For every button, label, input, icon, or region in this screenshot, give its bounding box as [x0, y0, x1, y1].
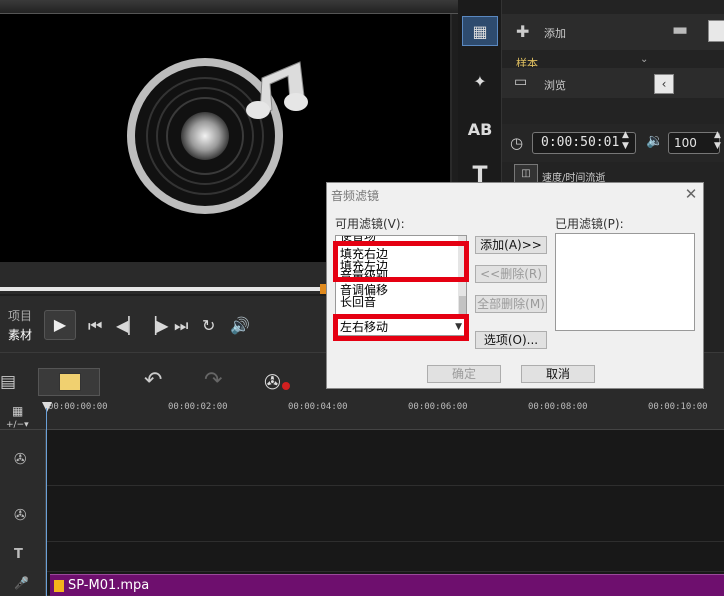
- highlight-box: [333, 314, 469, 341]
- ruler-tick: 00:00:02:00: [168, 402, 228, 412]
- record-dot-icon: [282, 382, 290, 390]
- ruler-tick: 00:00:04:00: [288, 402, 348, 412]
- applied-filters-label: 已用滤镜(P):: [555, 215, 624, 232]
- film-icon[interactable]: ▤: [0, 372, 16, 392]
- volume-stepper[interactable]: ▲▼: [714, 130, 721, 152]
- audio-clip[interactable]: SP-M01.mpa: [50, 574, 724, 596]
- title-track[interactable]: [46, 542, 724, 572]
- add-label[interactable]: 添加: [544, 25, 566, 41]
- timeline-view-button[interactable]: [38, 368, 100, 396]
- options-button[interactable]: 选项(O)...: [475, 331, 547, 349]
- browse-label[interactable]: 浏览: [544, 77, 566, 93]
- project-mode-label[interactable]: 项目: [8, 307, 32, 324]
- highlight-box: [333, 241, 469, 282]
- speed-icon[interactable]: ◫: [514, 164, 538, 184]
- sample-tab[interactable]: 样本: [516, 57, 538, 67]
- record-capture-icon[interactable]: ✇: [264, 370, 281, 394]
- remove-all-button[interactable]: 全部删除(M): [475, 295, 547, 313]
- preview-top-bar: [0, 0, 458, 14]
- prev-frame-icon[interactable]: ◀▏: [116, 316, 141, 336]
- volume-icon: 🔉: [646, 133, 663, 149]
- close-icon[interactable]: ✕: [681, 185, 701, 205]
- instant-project-icon[interactable]: ✦: [462, 66, 498, 96]
- next-frame-icon[interactable]: ▕▶: [144, 316, 169, 336]
- browse-icon[interactable]: ▭: [514, 74, 527, 90]
- video-track[interactable]: [46, 430, 724, 486]
- timeline-view-icon: [59, 373, 81, 391]
- timeline-ruler[interactable]: [0, 400, 724, 430]
- undo-icon[interactable]: ↶: [144, 368, 162, 393]
- timecode-stepper[interactable]: ▲▼: [622, 130, 629, 152]
- ok-button[interactable]: 确定: [427, 365, 501, 383]
- scrub-progress: [0, 287, 322, 291]
- add-filter-button[interactable]: 添加(A)>>: [475, 236, 547, 254]
- collapse-button[interactable]: ‹: [654, 74, 674, 94]
- clip-mode-label[interactable]: 素材: [8, 326, 32, 343]
- remove-filter-button[interactable]: <<删除(R): [475, 265, 547, 283]
- browse-row: [502, 68, 724, 98]
- ruler-tick: 00:00:08:00: [528, 402, 588, 412]
- repeat-icon[interactable]: ↻: [202, 316, 215, 336]
- volume-input[interactable]: 100: [668, 132, 720, 154]
- plus-icon[interactable]: ✚: [516, 22, 529, 41]
- title-track-icon[interactable]: T: [14, 547, 23, 562]
- chevron-down-icon[interactable]: ⌄: [640, 54, 648, 65]
- go-end-icon[interactable]: ⏭: [174, 316, 188, 336]
- play-icon: ▶: [54, 315, 66, 334]
- folder-icon[interactable]: ▬: [672, 20, 688, 40]
- dialog-title: 音频滤镜: [331, 187, 379, 204]
- scroll-thumb[interactable]: [459, 296, 466, 316]
- ruler-tick: 00:00:00:00: [48, 402, 108, 412]
- list-item[interactable]: 长回音: [340, 296, 376, 309]
- speaker-icon[interactable]: 🔊: [230, 316, 250, 336]
- voice-track-icon[interactable]: 🎤: [14, 576, 29, 590]
- audio-clip-icon: [54, 580, 64, 592]
- available-filters-label: 可用滤镜(V):: [335, 215, 405, 232]
- library-toolbar: [502, 14, 724, 50]
- audio-clip-name: SP-M01.mpa: [68, 578, 149, 593]
- ruler-tick: 00:00:06:00: [408, 402, 468, 412]
- audio-filter-dialog: 音频滤镜 ✕ 可用滤镜(V): 已用滤镜(P): 使音场 填充右边 填充左边 音…: [326, 182, 704, 389]
- overlay-track[interactable]: [46, 486, 724, 542]
- zoom-control[interactable]: +/−▾: [6, 420, 29, 430]
- video-track-icon[interactable]: ✇: [14, 450, 27, 468]
- track-manager-icon[interactable]: ▦: [12, 404, 23, 418]
- playhead-line: [46, 408, 47, 596]
- go-start-icon[interactable]: ⏮: [88, 316, 102, 336]
- cancel-button[interactable]: 取消: [521, 365, 595, 383]
- redo-icon[interactable]: ↷: [204, 368, 222, 393]
- play-button[interactable]: ▶: [44, 310, 76, 340]
- title-ab-icon[interactable]: AB: [462, 114, 498, 144]
- view-toggle[interactable]: [708, 20, 724, 42]
- media-icon[interactable]: ▦: [462, 16, 498, 46]
- ruler-tick: 00:00:10:00: [648, 402, 708, 412]
- overlay-track-icon[interactable]: ✇: [14, 506, 27, 524]
- applied-filters-list[interactable]: [555, 233, 695, 331]
- duration-timecode[interactable]: 0:00:50:01: [532, 132, 636, 154]
- clock-icon: ◷: [510, 134, 523, 152]
